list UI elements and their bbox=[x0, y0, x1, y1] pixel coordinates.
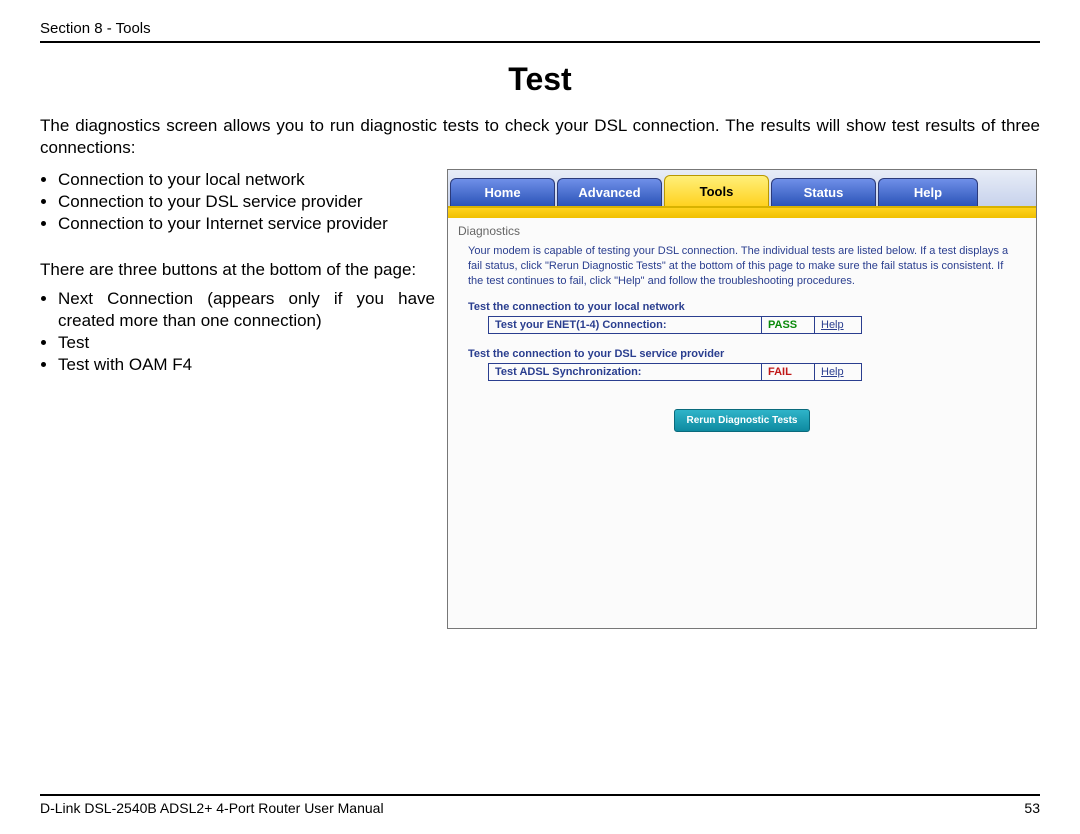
help-link[interactable]: Help bbox=[821, 319, 844, 331]
help-link[interactable]: Help bbox=[821, 366, 844, 378]
test-help-cell: Help bbox=[815, 316, 862, 333]
panel-title: Diagnostics bbox=[458, 224, 1026, 238]
bullet-list-1: Connection to your local network Connect… bbox=[58, 169, 435, 235]
list-item: Connection to your DSL service provider bbox=[58, 191, 435, 213]
panel-description: Your modem is capable of testing your DS… bbox=[458, 244, 1026, 289]
list-item: Connection to your local network bbox=[58, 169, 435, 191]
list-item: Test bbox=[58, 332, 435, 354]
test-help-cell: Help bbox=[815, 363, 862, 380]
page-footer: D-Link DSL-2540B ADSL2+ 4-Port Router Us… bbox=[40, 794, 1040, 816]
tab-status[interactable]: Status bbox=[771, 178, 876, 206]
tab-tools[interactable]: Tools bbox=[664, 175, 769, 206]
left-column: Connection to your local network Connect… bbox=[40, 169, 435, 376]
table-row: Test your ENET(1-4) Connection: PASS Hel… bbox=[489, 316, 862, 333]
test-section-heading-dsl: Test the connection to your DSL service … bbox=[468, 348, 1026, 360]
tab-advanced[interactable]: Advanced bbox=[557, 178, 662, 206]
tab-home[interactable]: Home bbox=[450, 178, 555, 206]
router-ui-screenshot: Home Advanced Tools Status Help Diagnost… bbox=[447, 169, 1037, 629]
test-section-heading-local: Test the connection to your local networ… bbox=[468, 301, 1026, 313]
footer-page-number: 53 bbox=[1024, 800, 1040, 816]
test-label: Test ADSL Synchronization: bbox=[489, 363, 762, 380]
footer-rule bbox=[40, 794, 1040, 796]
test-table-dsl: Test ADSL Synchronization: FAIL Help bbox=[488, 363, 862, 381]
footer-manual-title: D-Link DSL-2540B ADSL2+ 4-Port Router Us… bbox=[40, 800, 384, 816]
section-header: Section 8 - Tools bbox=[40, 20, 1040, 37]
test-label: Test your ENET(1-4) Connection: bbox=[489, 316, 762, 333]
test-table-local: Test your ENET(1-4) Connection: PASS Hel… bbox=[488, 316, 862, 334]
intro-paragraph: The diagnostics screen allows you to run… bbox=[40, 115, 1040, 159]
bullet-list-2: Next Connection (appears only if you hav… bbox=[58, 288, 435, 376]
test-status-pass: PASS bbox=[762, 316, 815, 333]
tab-underline bbox=[448, 208, 1036, 218]
tab-bar: Home Advanced Tools Status Help bbox=[448, 170, 1036, 208]
mid-paragraph: There are three buttons at the bottom of… bbox=[40, 259, 435, 281]
page-title: Test bbox=[40, 61, 1040, 98]
tab-help[interactable]: Help bbox=[878, 178, 978, 206]
rerun-diagnostics-button[interactable]: Rerun Diagnostic Tests bbox=[674, 409, 811, 432]
list-item: Next Connection (appears only if you hav… bbox=[58, 288, 435, 332]
table-row: Test ADSL Synchronization: FAIL Help bbox=[489, 363, 862, 380]
top-rule bbox=[40, 41, 1040, 43]
list-item: Test with OAM F4 bbox=[58, 354, 435, 376]
diagnostics-panel: Diagnostics Your modem is capable of tes… bbox=[448, 218, 1036, 628]
list-item: Connection to your Internet service prov… bbox=[58, 213, 435, 235]
test-status-fail: FAIL bbox=[762, 363, 815, 380]
